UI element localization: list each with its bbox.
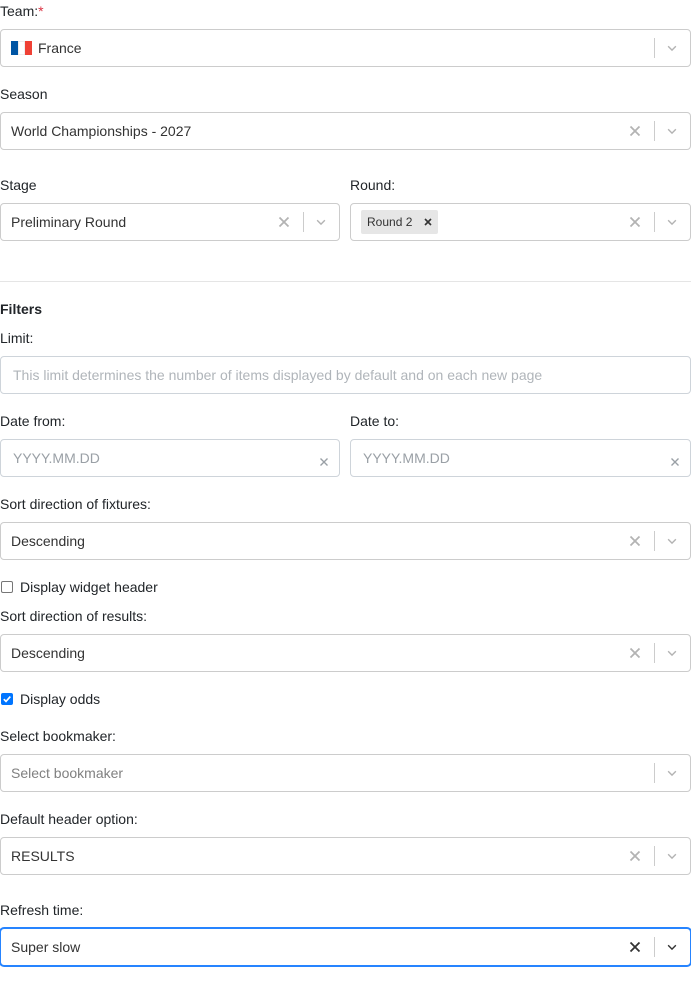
default-header-select[interactable]: RESULTS (0, 837, 691, 875)
clear-icon[interactable] (617, 929, 653, 965)
season-label: Season (0, 86, 48, 102)
round-chip: Round 2 (361, 210, 439, 234)
clear-icon[interactable] (266, 204, 302, 240)
chevron-down-icon[interactable] (654, 204, 690, 240)
date-to-label: Date to: (350, 413, 400, 429)
season-value: World Championships - 2027 (11, 123, 192, 139)
limit-input[interactable]: This limit determines the number of item… (0, 356, 691, 394)
clear-icon[interactable] (617, 635, 653, 671)
bookmaker-placeholder: Select bookmaker (11, 765, 124, 781)
team-label-text: Team: (0, 3, 39, 19)
limit-label: Limit: (0, 330, 34, 346)
filters-heading: Filters (0, 301, 43, 317)
checkmark-icon (3, 696, 11, 703)
chevron-down-icon[interactable] (654, 113, 690, 149)
required-mark: * (38, 3, 44, 19)
chevron-down-icon[interactable] (654, 635, 690, 671)
date-to-placeholder: YYYY.MM.DD (363, 450, 450, 466)
round-select[interactable]: Round 2 (350, 203, 691, 241)
team-select-value: France (11, 30, 82, 66)
stage-value: Preliminary Round (11, 214, 127, 230)
sort-fixtures-label: Sort direction of fixtures: (0, 496, 151, 512)
bookmaker-select[interactable]: Select bookmaker (0, 754, 691, 792)
clear-icon[interactable] (617, 838, 653, 874)
display-odds-label: Display odds (20, 691, 101, 707)
chevron-down-icon[interactable] (654, 838, 690, 874)
section-divider (0, 281, 691, 282)
date-to-input[interactable]: YYYY.MM.DD (350, 439, 691, 477)
display-widget-header-checkbox[interactable] (1, 581, 13, 593)
chevron-down-icon[interactable] (654, 523, 690, 559)
chevron-down-icon[interactable] (303, 204, 339, 240)
default-header-value: RESULTS (11, 848, 75, 864)
round-chip-label: Round 2 (367, 215, 413, 229)
date-from-input[interactable]: YYYY.MM.DD (0, 439, 340, 477)
season-select[interactable]: World Championships - 2027 (0, 112, 691, 150)
round-label: Round: (350, 177, 396, 193)
default-header-label: Default header option: (0, 811, 138, 827)
bookmaker-label: Select bookmaker: (0, 728, 116, 744)
refresh-time-select[interactable]: Super slow (0, 928, 691, 966)
limit-placeholder: This limit determines the number of item… (13, 367, 543, 383)
clear-icon[interactable] (670, 454, 680, 470)
clear-icon[interactable] (617, 523, 653, 559)
date-from-label: Date from: (0, 413, 66, 429)
sort-fixtures-select[interactable]: Descending (0, 522, 691, 560)
clear-icon[interactable] (617, 113, 653, 149)
sort-results-label: Sort direction of results: (0, 608, 148, 624)
date-from-placeholder: YYYY.MM.DD (13, 450, 100, 466)
stage-select[interactable]: Preliminary Round (0, 203, 340, 241)
chevron-down-icon[interactable] (654, 755, 690, 791)
stage-label: Stage (0, 177, 37, 193)
display-odds-checkbox[interactable] (1, 693, 13, 705)
clear-icon[interactable] (319, 454, 329, 470)
chip-remove-icon[interactable] (418, 210, 438, 234)
refresh-time-value: Super slow (11, 939, 81, 955)
display-widget-header-label: Display widget header (20, 579, 158, 595)
sort-results-value: Descending (11, 645, 85, 661)
france-flag-icon (11, 41, 32, 56)
chevron-down-icon[interactable] (654, 30, 690, 66)
sort-results-select[interactable]: Descending (0, 634, 691, 672)
refresh-time-label: Refresh time: (0, 902, 84, 918)
team-value: France (38, 40, 82, 56)
clear-icon[interactable] (617, 204, 653, 240)
sort-fixtures-value: Descending (11, 533, 85, 549)
team-label: Team:* (0, 3, 44, 19)
chevron-down-icon[interactable] (654, 929, 690, 965)
team-select[interactable]: France (0, 29, 691, 67)
